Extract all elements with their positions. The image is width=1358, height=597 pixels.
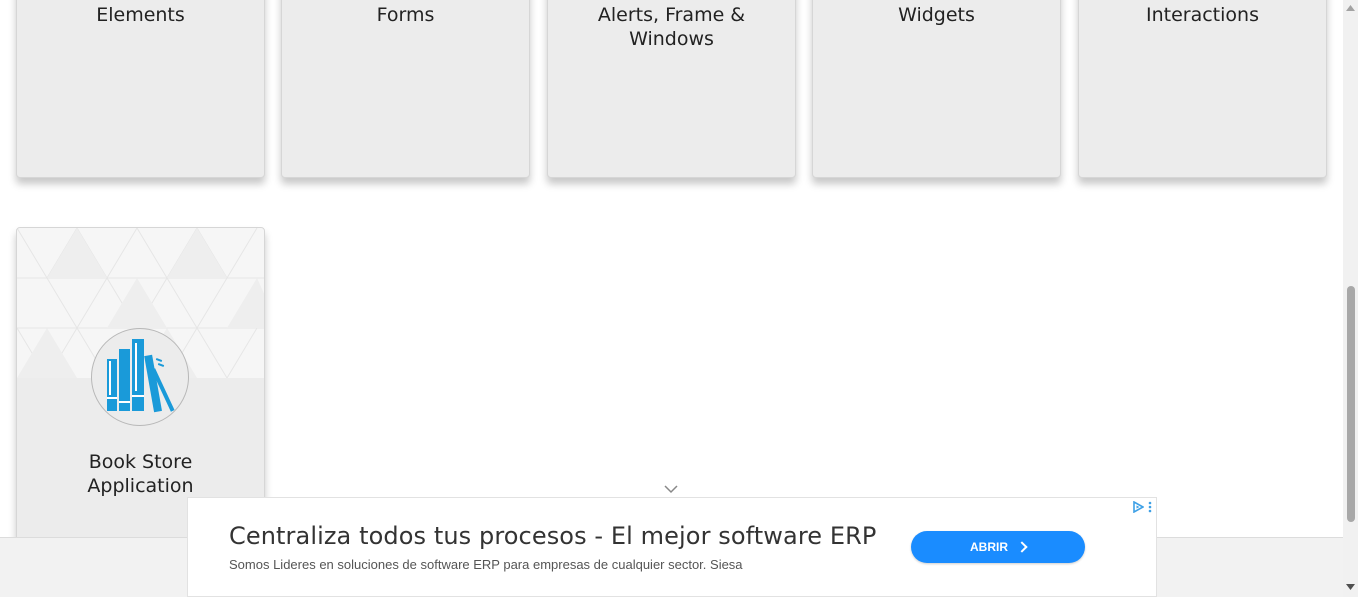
ad-open-button[interactable]: ABRIR xyxy=(911,531,1085,563)
card-alerts-frame-windows[interactable]: Alerts, Frame & Windows xyxy=(547,0,796,178)
chevron-right-icon xyxy=(1016,541,1028,553)
ad-choices-icon[interactable] xyxy=(1132,500,1145,518)
card-widgets[interactable]: Widgets xyxy=(812,0,1061,178)
card-title: Interactions xyxy=(1146,4,1259,26)
scroll-down-arrow-icon[interactable] xyxy=(1343,579,1358,594)
vertical-scrollbar[interactable] xyxy=(1343,0,1358,597)
card-title: Elements xyxy=(96,4,185,26)
card-interactions[interactable]: Interactions xyxy=(1078,0,1327,178)
chevron-down-icon[interactable] xyxy=(664,482,678,494)
card-title: Widgets xyxy=(898,4,975,26)
scroll-up-arrow-icon[interactable] xyxy=(1343,0,1358,15)
book-store-avatar xyxy=(91,328,189,426)
ad-description: Somos Lideres en soluciones de software … xyxy=(229,557,743,572)
page: Elements Forms Alerts, Frame & Windows W… xyxy=(0,0,1358,597)
card-title: Book Store Application xyxy=(87,451,194,497)
ad-open-button-label: ABRIR xyxy=(970,540,1008,554)
more-options-icon[interactable] xyxy=(1148,500,1152,518)
card-forms[interactable]: Forms xyxy=(281,0,530,178)
card-elements[interactable]: Elements xyxy=(16,0,265,178)
card-title: Alerts, Frame & Windows xyxy=(597,4,746,50)
card-title: Forms xyxy=(376,4,435,26)
ad-choices[interactable] xyxy=(1132,500,1152,518)
books-icon xyxy=(105,337,175,418)
ad-headline[interactable]: Centraliza todos tus procesos - El mejor… xyxy=(229,522,876,550)
ad-banner[interactable]: Centraliza todos tus procesos - El mejor… xyxy=(187,497,1157,597)
scrollbar-thumb[interactable] xyxy=(1347,286,1355,522)
